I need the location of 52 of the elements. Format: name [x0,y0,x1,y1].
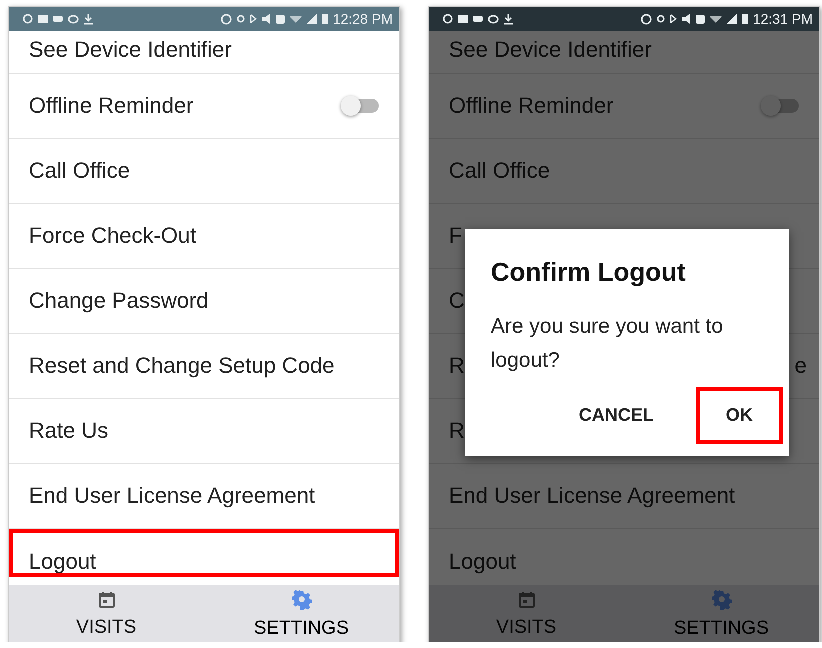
settings-row[interactable]: See Device Identifier [9,31,399,74]
row-label: R [449,353,465,379]
settings-row[interactable]: Offline Reminder [9,74,399,139]
nav-tab[interactable]: SETTINGS [204,585,399,642]
settings-row[interactable]: Reset and Change Setup Code [9,334,399,399]
dialog-button[interactable]: OK [696,387,783,444]
row-label: Call Office [449,158,550,184]
calendar-icon [518,591,536,609]
settings-row[interactable]: Logout [9,529,399,577]
wifi-icon [290,16,302,22]
toggle-switch[interactable] [343,99,379,113]
signal-icon [307,14,318,24]
row-label: F [449,223,462,249]
row-label: Change Password [29,288,209,314]
status-time: 12:28 PM [333,11,393,27]
calendar-icon [98,591,116,609]
row-label: Force Check-Out [29,223,196,249]
battery-icon [322,14,328,24]
row-label: C [449,288,465,314]
mute-icon [262,14,272,24]
wifi-icon [710,16,722,22]
settings-row[interactable]: End User License Agreement [9,464,399,529]
row-label: Offline Reminder [29,93,194,119]
row-label: Call Office [29,158,130,184]
signal-icon [727,14,738,24]
dialog-button[interactable]: CANCEL [549,387,684,444]
dialog-message: Are you sure you want to logout? [491,314,724,374]
mute-icon [682,14,692,24]
row-label: End User License Agreement [29,483,316,509]
battery-icon [742,14,748,24]
download-icon [84,14,93,24]
status-time: 12:31 PM [753,11,813,27]
settings-row[interactable]: Change Password [9,269,399,334]
row-label: See Device Identifier [449,37,652,63]
nav-tab[interactable]: VISITS [9,585,204,642]
toggle-switch[interactable] [763,99,799,113]
settings-icon [292,590,312,610]
row-label: R [449,418,465,444]
settings-icon [712,590,732,610]
download-icon [504,14,513,24]
row-label: Logout [449,549,516,575]
settings-row[interactable]: Force Check-Out [9,204,399,269]
row-label: Offline Reminder [449,93,614,119]
settings-row[interactable]: Rate Us [9,399,399,464]
settings-row[interactable]: Call Office [9,139,399,204]
row-label: End User License Agreement [449,483,736,509]
row-label: e [794,353,807,379]
dialog-title: Confirm Logout [491,257,687,288]
row-label: Reset and Change Setup Code [29,353,335,379]
row-label: Rate Us [29,418,108,444]
row-label: See Device Identifier [29,37,232,63]
row-label: Logout [29,549,96,575]
